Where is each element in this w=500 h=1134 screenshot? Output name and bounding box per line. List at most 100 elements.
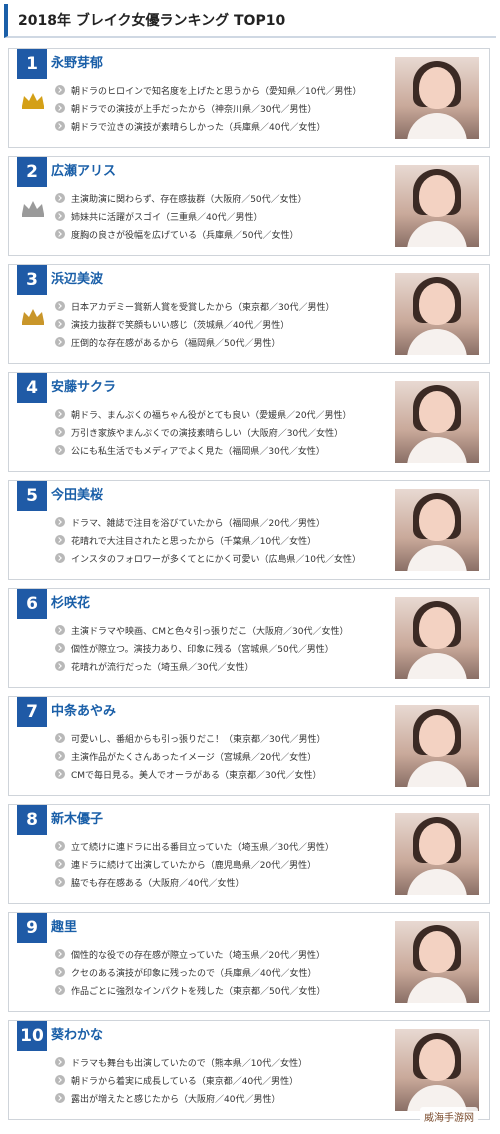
chevron-right-icon xyxy=(55,841,65,851)
reason-item: ドラマも舞台も出演していたので（熊本県／10代／女性） xyxy=(55,1053,385,1071)
rank-number-badge: 1 xyxy=(17,49,47,79)
ranking-card[interactable]: 4 安藤サクラ朝ドラ、まんぷくの福ちゃん役がとても良い（愛媛県／20代／男性） 万引… xyxy=(8,372,490,472)
reason-text: 朝ドラのヒロインで知名度を上げたと思うから（愛知県／10代／男性） xyxy=(71,86,362,97)
ranking-card[interactable]: 6 杉咲花 主演ドラマや映画、CMと色々引っ張りだこ（大阪府／30代／女性） 個性が際… xyxy=(8,588,490,688)
reason-list: 朝ドラ、まんぷくの福ちゃん役がとても良い（愛媛県／20代／男性） 万引き家族やまん… xyxy=(55,405,385,459)
reason-text: 個性が際立つ。演技力あり、印象に残る（宮城県／50代／男性） xyxy=(71,644,334,655)
reason-item: 主演ドラマや映画、CMと色々引っ張りだこ（大阪府／30代／女性） xyxy=(55,621,385,639)
ranking-card[interactable]: 2 広瀬アリス 主演助演に関わらず、存在感抜群（大阪府／50代／女性） 姉妹共に活躍が… xyxy=(8,156,490,256)
ranking-card[interactable]: 3 浜辺美波日本アカデミー賞新人賞を受賞したから（東京都／30代／男性） 演技力抜群… xyxy=(8,264,490,364)
photo-body xyxy=(407,113,467,139)
chevron-right-icon xyxy=(55,1075,65,1085)
reason-item: 立て続けに連ドラに出る番目立っていた（埼玉県／30代／男性） xyxy=(55,837,385,855)
actress-name[interactable]: 今田美桜 xyxy=(51,484,103,503)
actress-photo[interactable] xyxy=(395,705,479,787)
actress-name[interactable]: 趣里 xyxy=(51,916,77,935)
ranking-card[interactable]: 7 中条あやみ 可愛いし、番組からも引っ張りだこ！（東京都／30代／男性） 主演作品が… xyxy=(8,696,490,796)
reason-item: 個性的な役での存在感が際立っていた（埼玉県／20代／男性） xyxy=(55,945,385,963)
reason-item: 個性が際立つ。演技力あり、印象に残る（宮城県／50代／男性） xyxy=(55,639,385,657)
photo-body xyxy=(407,761,467,787)
crown-icon xyxy=(22,93,44,109)
watermark: 威海手游网 xyxy=(420,1107,478,1126)
ranking-card[interactable]: 9 趣里個性的な役での存在感が際立っていた（埼玉県／20代／男性） クセのある演技が… xyxy=(8,912,490,1012)
reason-item: クセのある演技が印象に残ったので（兵庫県／40代／女性） xyxy=(55,963,385,981)
actress-photo[interactable] xyxy=(395,57,479,139)
reason-item: 作品ごとに強烈なインパクトを残した（東京都／50代／女性） xyxy=(55,981,385,999)
chevron-right-icon xyxy=(55,409,65,419)
actress-photo[interactable] xyxy=(395,813,479,895)
actress-name[interactable]: 広瀬アリス xyxy=(51,160,116,179)
actress-name[interactable]: 安藤サクラ xyxy=(51,376,116,395)
reason-list: ドラマも舞台も出演していたので（熊本県／10代／女性） 朝ドラから着実に成長してい… xyxy=(55,1053,385,1107)
photo-body xyxy=(407,221,467,247)
reason-list: 日本アカデミー賞新人賞を受賞したから（東京都／30代／男性） 演技力抜群で笑顔もい… xyxy=(55,297,385,351)
reason-text: 主演ドラマや映画、CMと色々引っ張りだこ（大阪府／30代／女性） xyxy=(71,626,349,637)
photo-head xyxy=(419,1039,455,1081)
actress-photo[interactable] xyxy=(395,489,479,571)
actress-photo[interactable] xyxy=(395,165,479,247)
ranking-card[interactable]: 10 葵わかな ドラマも舞台も出演していたので（熊本県／10代／女性） 朝ドラから着実… xyxy=(8,1020,490,1120)
actress-photo[interactable] xyxy=(395,381,479,463)
chevron-right-icon xyxy=(55,193,65,203)
reason-text: 花晴れで大注目されたと思ったから（千葉県／10代／女性） xyxy=(71,536,317,547)
reason-text: 度胸の良さが役幅を広げている（兵庫県／50代／女性） xyxy=(71,230,299,241)
chevron-right-icon xyxy=(55,733,65,743)
reason-text: 演技力抜群で笑顔もいい感じ（茨城県／40代／男性） xyxy=(71,320,290,331)
reason-text: 日本アカデミー賞新人賞を受賞したから（東京都／30代／男性） xyxy=(71,302,335,313)
reason-item: 花晴れで大注目されたと思ったから（千葉県／10代／女性） xyxy=(55,531,385,549)
ranking-list: 1 永野芽郁朝ドラのヒロインで知名度を上げたと思うから（愛知県／10代／男性） 朝ド… xyxy=(0,48,500,1128)
reason-item: 日本アカデミー賞新人賞を受賞したから（東京都／30代／男性） xyxy=(55,297,385,315)
photo-body xyxy=(407,653,467,679)
chevron-right-icon xyxy=(55,769,65,779)
reason-text: 朝ドラでの演技が上手だったから（神奈川県／30代／男性） xyxy=(71,104,317,115)
chevron-right-icon xyxy=(55,1093,65,1103)
actress-photo[interactable] xyxy=(395,273,479,355)
rank-number-badge: 7 xyxy=(17,697,47,727)
reason-text: 可愛いし、番組からも引っ張りだこ！（東京都／30代／男性） xyxy=(71,734,326,745)
reason-item: 公にも私生活でもメディアでよく見た（福岡県／30代／女性） xyxy=(55,441,385,459)
actress-photo[interactable] xyxy=(395,597,479,679)
reason-item: 朝ドラのヒロインで知名度を上げたと思うから（愛知県／10代／男性） xyxy=(55,81,385,99)
actress-name[interactable]: 杉咲花 xyxy=(51,592,90,611)
chevron-right-icon xyxy=(55,337,65,347)
actress-name[interactable]: 葵わかな xyxy=(51,1024,103,1043)
ranking-card[interactable]: 5 今田美桜 ドラマ、雑誌で注目を浴びていたから（福岡県／20代／男性） 花晴れで大注… xyxy=(8,480,490,580)
actress-name[interactable]: 新木優子 xyxy=(51,808,103,827)
reason-item: 圧倒的な存在感があるから（福岡県／50代／男性） xyxy=(55,333,385,351)
ranking-page: 2018年 ブレイク女優ランキング TOP10 1 永野芽郁 朝ドラのヒロインで知名… xyxy=(0,0,500,1134)
chevron-right-icon xyxy=(55,751,65,761)
photo-head xyxy=(419,283,455,325)
rank-number-badge: 3 xyxy=(17,265,47,295)
chevron-right-icon xyxy=(55,949,65,959)
ranking-card[interactable]: 1 永野芽郁朝ドラのヒロインで知名度を上げたと思うから（愛知県／10代／男性） 朝ド… xyxy=(8,48,490,148)
chevron-right-icon xyxy=(55,985,65,995)
reason-item: 連ドラに続けて出演していたから（鹿児島県／20代／男性） xyxy=(55,855,385,873)
actress-name[interactable]: 永野芽郁 xyxy=(51,52,103,71)
actress-photo[interactable] xyxy=(395,921,479,1003)
reason-text: 花晴れが流行だった（埼玉県／30代／女性） xyxy=(71,662,254,673)
actress-name[interactable]: 中条あやみ xyxy=(51,700,116,719)
rank-number-badge: 2 xyxy=(17,157,47,187)
chevron-right-icon xyxy=(55,229,65,239)
chevron-right-icon xyxy=(55,625,65,635)
chevron-right-icon xyxy=(55,517,65,527)
ranking-card[interactable]: 8 新木優子立て続けに連ドラに出る番目立っていた（埼玉県／30代／男性） 連ドラに続… xyxy=(8,804,490,904)
actress-photo[interactable] xyxy=(395,1029,479,1111)
rank-number-badge: 4 xyxy=(17,373,47,403)
reason-item: 脇でも存在感ある（大阪府／40代／女性） xyxy=(55,873,385,891)
reason-text: CMで毎日見る。美人でオーラがある（東京都／30代／女性） xyxy=(71,770,322,781)
rank-number-badge: 8 xyxy=(17,805,47,835)
reason-list: 立て続けに連ドラに出る番目立っていた（埼玉県／30代／男性） 連ドラに続けて出演し… xyxy=(55,837,385,891)
reason-item: 演技力抜群で笑顔もいい感じ（茨城県／40代／男性） xyxy=(55,315,385,333)
photo-head xyxy=(419,607,455,649)
photo-body xyxy=(407,545,467,571)
reason-text: 公にも私生活でもメディアでよく見た（福岡県／30代／女性） xyxy=(71,446,325,457)
chevron-right-icon xyxy=(55,121,65,131)
chevron-right-icon xyxy=(55,319,65,329)
chevron-right-icon xyxy=(55,427,65,437)
photo-head xyxy=(419,823,455,865)
actress-name[interactable]: 浜辺美波 xyxy=(51,268,103,287)
rank-number-badge: 9 xyxy=(17,913,47,943)
reason-text: 朝ドラ、まんぷくの福ちゃん役がとても良い（愛媛県／20代／男性） xyxy=(71,410,352,421)
chevron-right-icon xyxy=(55,859,65,869)
